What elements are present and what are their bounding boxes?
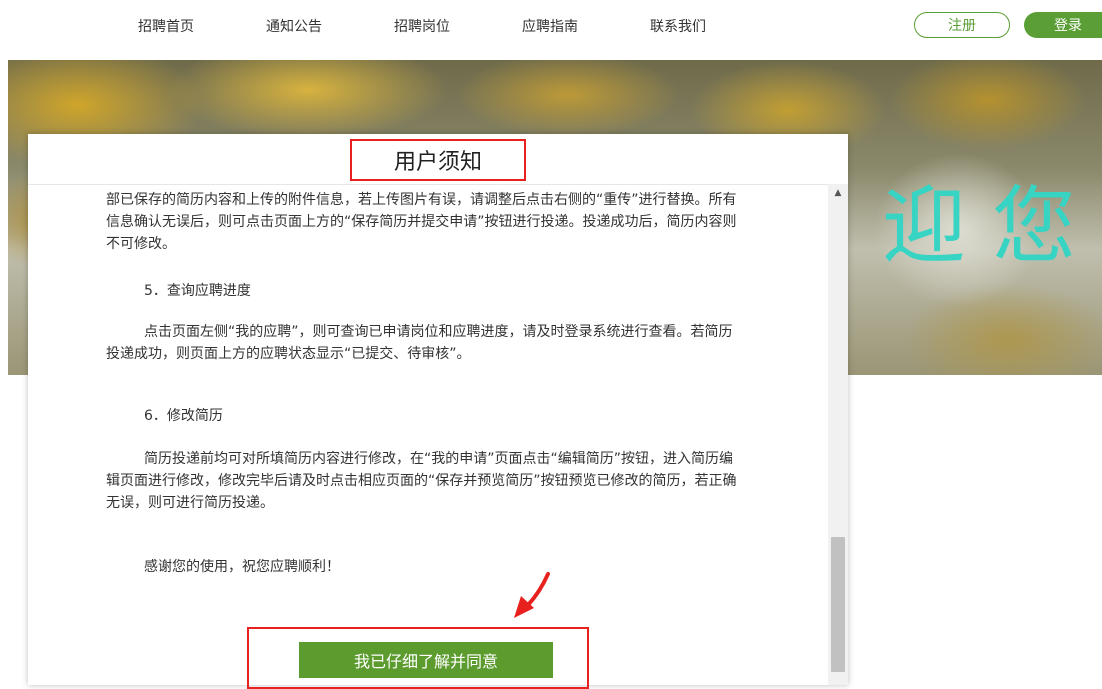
scroll-down-button[interactable]	[828, 675, 848, 685]
chevron-up-icon[interactable]: ▲	[828, 184, 848, 202]
section-heading-edit-resume: 6．修改简历	[144, 408, 223, 424]
agree-button[interactable]: 我已仔细了解并同意	[299, 642, 553, 678]
banner-welcome-text: 迎您	[882, 177, 1102, 275]
nav-item-positions[interactable]: 招聘岗位	[394, 16, 450, 36]
modal-title: 用户须知	[350, 139, 526, 181]
nav-item-notices[interactable]: 通知公告	[266, 16, 322, 36]
paragraph-edit-resume: 简历投递前均可对所填简历内容进行修改，在“我的申请”页面点击“编辑简历”按钮，进…	[106, 451, 737, 511]
login-button[interactable]: 登录	[1024, 12, 1102, 38]
paragraph-upload-fragment: 部已保存的简历内容和上传的附件信息，若上传图片有误，请调整后点击右侧的“重传”进…	[106, 192, 737, 252]
nav-item-contact[interactable]: 联系我们	[650, 16, 706, 36]
user-notice-modal: 用户须知 部已保存的简历内容和上传的附件信息，若上传图片有误，请调整后点击右侧的…	[28, 134, 848, 685]
nav-item-home[interactable]: 招聘首页	[138, 16, 194, 36]
modal-scrollbar[interactable]: ▲	[828, 184, 848, 685]
section-heading-progress: 5．查询应聘进度	[144, 283, 251, 299]
register-button[interactable]: 注册	[914, 12, 1010, 38]
modal-header: 用户须知	[28, 134, 848, 185]
scrollbar-thumb[interactable]	[831, 537, 845, 672]
paragraph-progress: 点击页面左侧“我的应聘”，则可查询已申请岗位和应聘进度，请及时登录系统进行查看。…	[106, 324, 733, 362]
top-nav: 招聘首页 通知公告 招聘岗位 应聘指南 联系我们 注册 登录	[0, 0, 1102, 56]
thanks-text: 感谢您的使用，祝您应聘顺利！	[144, 559, 340, 575]
nav-item-guide[interactable]: 应聘指南	[522, 16, 578, 36]
